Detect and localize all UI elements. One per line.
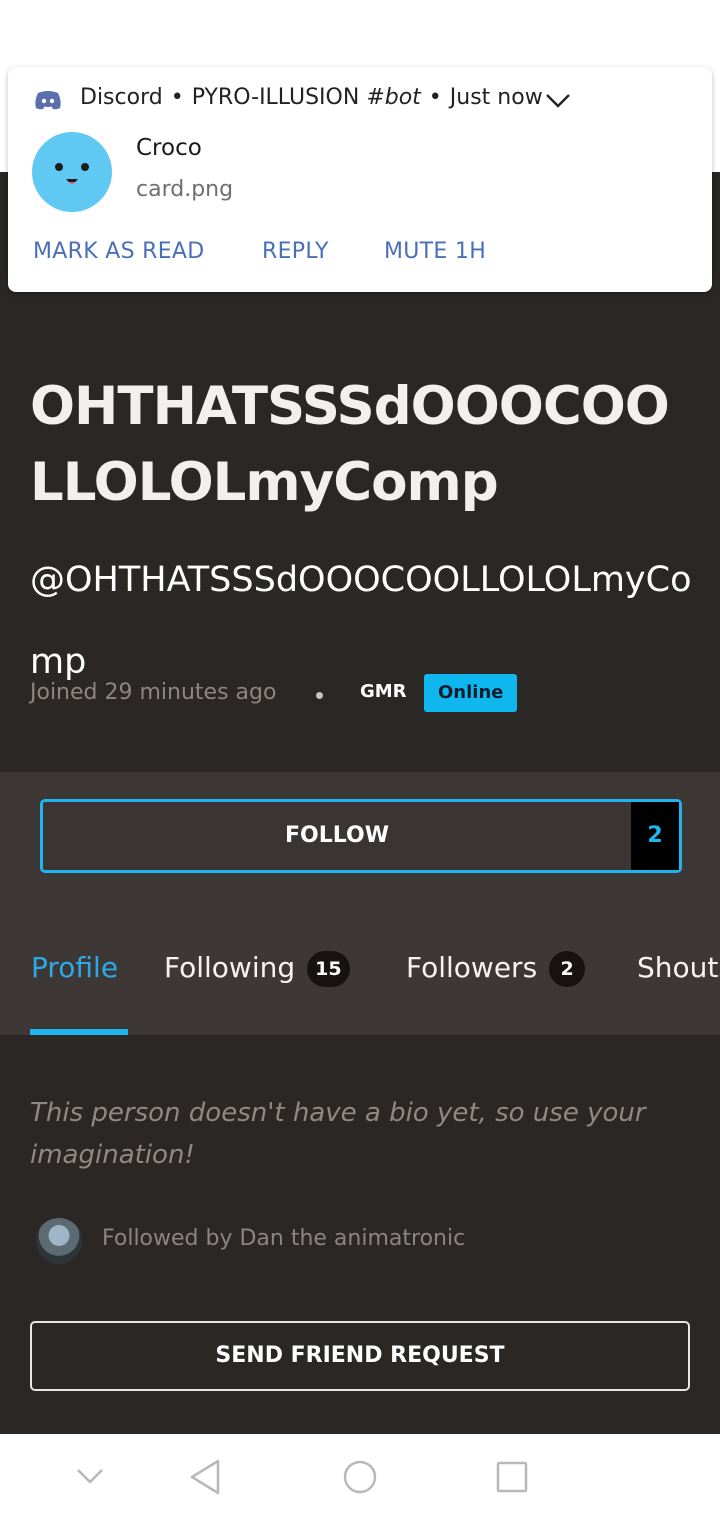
- active-tab-indicator: [30, 1029, 128, 1035]
- tab-shouts[interactable]: Shouts: [637, 944, 720, 992]
- separator-dot: [316, 692, 323, 699]
- send-friend-request-button[interactable]: SEND FRIEND REQUEST: [30, 1321, 690, 1391]
- mark-as-read-button[interactable]: MARK AS READ: [33, 235, 205, 269]
- notification-title: Croco: [136, 135, 202, 161]
- discord-icon: [35, 91, 61, 110]
- follower-count: 2: [631, 802, 679, 870]
- android-nav-bar: [0, 1434, 720, 1520]
- tab-label: Shouts: [637, 951, 720, 984]
- avatar: [36, 1218, 82, 1264]
- chevron-down-icon[interactable]: [544, 89, 572, 111]
- profile-tabs: Profile Following 15 Followers 2 Shouts: [0, 922, 720, 1035]
- tab-label: Followers: [406, 951, 538, 984]
- rank-badge: GMR: [360, 681, 407, 702]
- recents-icon[interactable]: [482, 1452, 542, 1502]
- followers-count: 2: [549, 951, 586, 987]
- profile-header: OHTHATSSSdOOOCOOLLOLOLmyComp @OHTHATSSSd…: [0, 272, 720, 772]
- tab-label: Profile: [31, 951, 119, 984]
- following-count: 15: [307, 951, 350, 987]
- follow-label: FOLLOW: [285, 823, 389, 848]
- back-icon[interactable]: [176, 1452, 236, 1502]
- notification-header: Discord • PYRO-ILLUSION #bot • Just now: [80, 85, 543, 110]
- tab-label: Following: [164, 951, 296, 984]
- display-name: OHTHATSSSdOOOCOOLLOLOLmyComp: [30, 376, 670, 513]
- collapse-icon[interactable]: [60, 1452, 120, 1502]
- server-name: PYRO-ILLUSION: [191, 85, 360, 110]
- notification-time: Just now: [449, 85, 543, 110]
- reply-button[interactable]: REPLY: [262, 235, 329, 269]
- channel-name: #bot: [366, 85, 421, 110]
- home-icon[interactable]: [330, 1452, 390, 1502]
- tab-followers[interactable]: Followers 2: [406, 944, 586, 992]
- discord-notification[interactable]: Discord • PYRO-ILLUSION #bot • Just now Croc…: [8, 67, 712, 292]
- tab-profile[interactable]: Profile: [31, 944, 118, 992]
- notification-body: card.png: [136, 177, 234, 202]
- profile-meta: Joined 29 minutes ago GMR Online: [30, 674, 690, 714]
- status-badge: Online: [424, 674, 518, 712]
- followed-by[interactable]: Followed by Dan the animatronic: [36, 1216, 686, 1266]
- tab-following[interactable]: Following 15: [164, 944, 350, 992]
- status-bar: [0, 0, 720, 60]
- joined-date: Joined 29 minutes ago: [30, 680, 277, 705]
- sender-avatar: [32, 132, 112, 212]
- followed-by-text: Followed by Dan the animatronic: [102, 1226, 466, 1251]
- profile-bio: This person doesn't have a bio yet, so u…: [30, 1098, 646, 1170]
- follow-section: FOLLOW 2 Profile Following 15 Followers 2 …: [0, 772, 720, 1035]
- mute-button[interactable]: MUTE 1H: [384, 235, 486, 269]
- app-name: Discord: [80, 85, 163, 110]
- follow-button[interactable]: FOLLOW 2: [40, 799, 682, 873]
